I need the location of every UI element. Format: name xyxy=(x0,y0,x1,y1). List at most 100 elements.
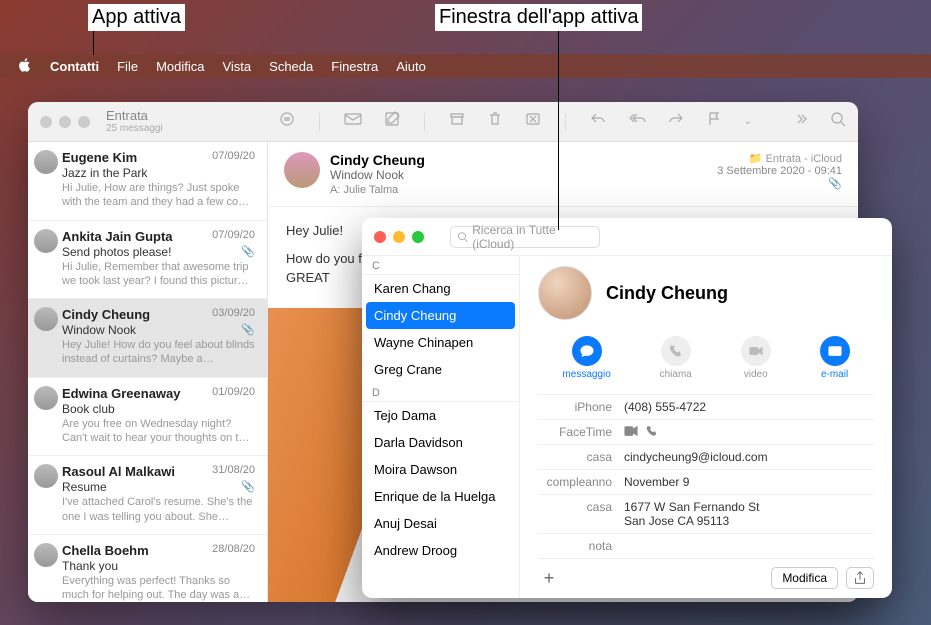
menubar-vista[interactable]: Vista xyxy=(222,59,251,74)
mail-list-item[interactable]: Chella Boehm 28/08/20 Thank you Everythi… xyxy=(28,535,267,602)
share-button[interactable] xyxy=(846,567,874,589)
menubar-modifica[interactable]: Modifica xyxy=(156,59,204,74)
search-placeholder: Ricerca in Tutte (iCloud) xyxy=(472,223,593,251)
avatar xyxy=(34,229,58,253)
birthday-label: compleanno xyxy=(538,475,624,489)
message-date: 31/08/20 xyxy=(212,464,255,476)
iphone-value: (408) 555-4722 xyxy=(624,400,706,414)
home-email-label: casa xyxy=(538,450,624,464)
contact-list-item[interactable]: Darla Davidson xyxy=(362,429,519,456)
mail-toolbar: Entrata 25 messaggi ⌄ xyxy=(28,102,858,142)
message-subject: Book club xyxy=(62,402,255,416)
compose-icon[interactable] xyxy=(384,111,400,132)
filter-icon[interactable] xyxy=(279,111,295,132)
contact-list-item[interactable]: Greg Crane xyxy=(362,356,519,383)
junk-icon[interactable] xyxy=(525,111,541,132)
mail-list-item[interactable]: Rasoul Al Malkawi 31/08/20 📎 Resume I've… xyxy=(28,456,267,535)
contact-list-item[interactable]: Anuj Desai xyxy=(362,510,519,537)
to-value: Julie Talma xyxy=(343,184,398,196)
email-button[interactable]: e-mail xyxy=(820,336,850,380)
forward-icon[interactable] xyxy=(668,111,684,132)
callout-app-attiva: App attiva xyxy=(88,4,185,31)
sender-avatar xyxy=(284,152,320,188)
message-preview: Everything was perfect! Thanks so much f… xyxy=(62,574,255,602)
contact-list-item[interactable]: Cindy Cheung xyxy=(366,302,515,329)
message-date: 28/08/20 xyxy=(212,543,255,555)
zoom-button[interactable] xyxy=(412,231,424,243)
message-subject: Resume xyxy=(62,480,255,494)
birthday-value: November 9 xyxy=(624,475,689,489)
callout-finestra-attiva: Finestra dell'app attiva xyxy=(435,4,642,31)
add-field-button[interactable]: + xyxy=(538,568,560,589)
contact-list-item[interactable]: Karen Chang xyxy=(362,275,519,302)
archive-icon[interactable] xyxy=(449,111,465,132)
section-header: C xyxy=(362,256,519,275)
mail-subject: Window Nook xyxy=(330,168,425,182)
mail-list-item[interactable]: Edwina Greenaway 01/09/20 Book club Are … xyxy=(28,378,267,457)
close-button[interactable] xyxy=(374,231,386,243)
contact-detail-pane: Cindy Cheung messaggio chiama video e-m xyxy=(520,256,892,598)
message-date: 01/09/20 xyxy=(212,386,255,398)
message-button[interactable]: messaggio xyxy=(562,336,610,380)
mailbox-count: 25 messaggi xyxy=(106,123,163,135)
avatar xyxy=(34,150,58,174)
traffic-lights-inactive xyxy=(40,116,90,128)
toolbar-separator xyxy=(424,113,425,131)
contact-list-item[interactable]: Moira Dawson xyxy=(362,456,519,483)
message-preview: Hey Julie! How do you feel about blinds … xyxy=(62,338,255,367)
menubar-finestra[interactable]: Finestra xyxy=(331,59,378,74)
avatar xyxy=(34,464,58,488)
menubar-app-name[interactable]: Contatti xyxy=(50,59,99,74)
traffic-lights-active xyxy=(374,231,424,243)
note-label: nota xyxy=(538,539,624,553)
call-button[interactable]: chiama xyxy=(660,336,692,380)
search-icon[interactable] xyxy=(830,111,846,132)
to-label: A: xyxy=(330,184,340,196)
contacts-toolbar: Ricerca in Tutte (iCloud) xyxy=(362,218,892,256)
facetime-value[interactable] xyxy=(624,425,658,439)
contact-name: Cindy Cheung xyxy=(606,283,728,304)
traffic-dot[interactable] xyxy=(78,116,90,128)
reply-all-icon[interactable] xyxy=(628,111,646,132)
envelope-icon[interactable] xyxy=(344,111,362,132)
flag-icon[interactable] xyxy=(706,111,722,132)
apple-logo-icon[interactable] xyxy=(18,58,32,75)
message-date: 07/09/20 xyxy=(212,150,255,162)
trash-icon[interactable] xyxy=(487,111,503,132)
reply-icon[interactable] xyxy=(590,111,606,132)
menubar-file[interactable]: File xyxy=(117,59,138,74)
message-preview: Hi Julie, Remember that awesome trip we … xyxy=(62,260,255,289)
home-email-value: cindycheung9@icloud.com xyxy=(624,450,768,464)
video-button[interactable]: video xyxy=(741,336,771,380)
traffic-dot[interactable] xyxy=(40,116,52,128)
traffic-dot[interactable] xyxy=(59,116,71,128)
contact-list-item[interactable]: Enrique de la Huelga xyxy=(362,483,519,510)
modify-button[interactable]: Modifica xyxy=(771,567,838,589)
mail-list-item[interactable]: Eugene Kim 07/09/20 Jazz in the Park Hi … xyxy=(28,142,267,221)
message-subject: Jazz in the Park xyxy=(62,166,255,180)
menubar-scheda[interactable]: Scheda xyxy=(269,59,313,74)
mail-list-item[interactable]: Cindy Cheung 03/09/20 📎 Window Nook Hey … xyxy=(28,299,267,378)
contact-list-item[interactable]: Andrew Droog xyxy=(362,537,519,564)
address-value: 1677 W San Fernando St San Jose CA 95113 xyxy=(624,500,759,528)
mail-list-item[interactable]: Ankita Jain Gupta 07/09/20 📎 Send photos… xyxy=(28,221,267,300)
contact-list[interactable]: CKaren ChangCindy CheungWayne ChinapenGr… xyxy=(362,256,520,598)
message-subject: Window Nook xyxy=(62,323,255,337)
facetime-video-icon[interactable] xyxy=(624,425,638,437)
message-subject: Send photos please! xyxy=(62,245,255,259)
contacts-search-input[interactable]: Ricerca in Tutte (iCloud) xyxy=(450,226,600,248)
minimize-button[interactable] xyxy=(393,231,405,243)
menubar-aiuto[interactable]: Aiuto xyxy=(396,59,426,74)
more-icon[interactable] xyxy=(792,111,808,132)
callout-line xyxy=(558,30,559,230)
facetime-audio-icon[interactable] xyxy=(646,425,658,437)
attachment-icon: 📎 xyxy=(241,323,255,336)
mail-message-list[interactable]: Eugene Kim 07/09/20 Jazz in the Park Hi … xyxy=(28,142,268,602)
message-preview: Are you free on Wednesday night? Can't w… xyxy=(62,417,255,446)
contact-list-item[interactable]: Wayne Chinapen xyxy=(362,329,519,356)
toolbar-separator xyxy=(319,113,320,131)
contact-list-item[interactable]: Tejo Dama xyxy=(362,402,519,429)
message-subject: Thank you xyxy=(62,559,255,573)
chevron-down-icon[interactable]: ⌄ xyxy=(744,116,752,127)
attachment-icon: 📎 xyxy=(241,480,255,493)
